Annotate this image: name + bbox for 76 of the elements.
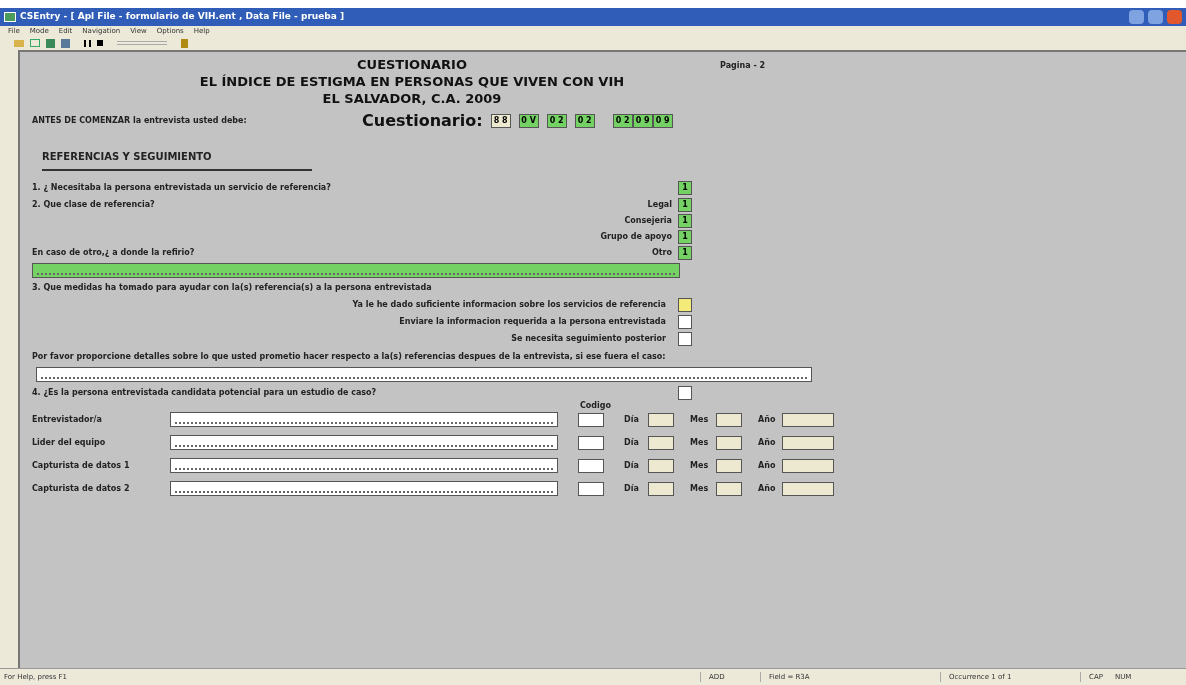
staff-label: Lider del equipo (32, 436, 107, 449)
text-field[interactable] (36, 367, 812, 382)
staff-label: Capturista de datos 1 (32, 459, 131, 472)
question-text: 4. ¿Es la persona entrevistada candidata potencial para un estudio de caso? (32, 387, 377, 399)
entry-box[interactable] (678, 386, 692, 400)
entry-box[interactable] (648, 412, 674, 427)
entry-box[interactable] (782, 481, 834, 496)
question-text: 3. Que medidas ha tomado para ayudar con la(s) referencia(s) a la persona entrevistada (32, 282, 433, 294)
entry-box[interactable]: 1 (678, 181, 692, 195)
question-text: En caso de otro,¿ a donde la refirio? (32, 247, 195, 259)
question-text: 1. ¿ Necesitaba la persona entrevistada un servicio de referencia? (32, 182, 331, 194)
entry-box[interactable]: 1 (678, 198, 692, 212)
entry-box[interactable] (648, 481, 674, 496)
entry-box[interactable] (648, 435, 674, 450)
entry-value: 1 (682, 217, 688, 225)
option-label: Legal (647, 199, 672, 211)
month-label: Mes (690, 459, 710, 472)
year-label: Año (758, 482, 777, 495)
app-icon (4, 12, 16, 22)
entry-value: 1 (682, 233, 688, 241)
staff-label: Entrevistador/a (32, 413, 103, 426)
day-label: Día (624, 459, 640, 472)
year-label: Año (758, 436, 777, 449)
questionnaire-label: Cuestionario: (362, 110, 483, 132)
option-label: Ya le he dado suficiente informacion sobre los servicios de referencia (352, 298, 666, 311)
month-label: Mes (690, 482, 710, 495)
text-field[interactable] (170, 458, 558, 473)
month-label: Mes (690, 413, 710, 426)
entry-value: 1 (682, 184, 688, 192)
entry-box[interactable]: 1 (678, 214, 692, 228)
window-title: CSEntry - [ Apl File - formulario de VIH.ent , Data File - prueba ] (20, 10, 345, 24)
column-label: Codigo (580, 400, 613, 412)
entry-box[interactable] (578, 412, 604, 427)
entry-box[interactable] (648, 458, 674, 473)
form-heading: EL SALVADOR, C.A. 2009 (322, 90, 502, 107)
entry-box[interactable] (716, 458, 742, 473)
text-field[interactable] (170, 481, 558, 496)
day-label: Día (624, 413, 640, 426)
text-field[interactable] (170, 412, 558, 427)
form-heading: CUESTIONARIO (357, 56, 467, 73)
entry-box[interactable]: 1 (678, 230, 692, 244)
entry-value: 1 (682, 201, 688, 209)
option-label: Enviare la informacion requerida a la persona entrevistada (399, 315, 666, 328)
year-label: Año (758, 459, 777, 472)
entry-value: 1 (682, 249, 688, 257)
question-text: 2. Que clase de referencia? (32, 199, 155, 211)
entry-box[interactable] (578, 435, 604, 450)
form-heading: EL ÍNDICE DE ESTIGMA EN PERSONAS QUE VIVEN CON VIH (199, 73, 625, 90)
pause-icon[interactable] (84, 39, 91, 47)
entry-box[interactable] (716, 435, 742, 450)
option-label: Consejeria (624, 215, 672, 227)
entry-box[interactable] (678, 331, 692, 346)
option-label: Otro (651, 247, 672, 259)
entry-box[interactable] (782, 412, 834, 427)
option-label: Se necesita seguimiento posterior (511, 332, 666, 345)
entry-box[interactable] (716, 481, 742, 496)
month-label: Mes (690, 436, 710, 449)
entry-box[interactable] (578, 458, 604, 473)
intro-text: ANTES DE COMENZAR la entrevista usted debe: (32, 115, 248, 127)
option-label: Grupo de apoyo (600, 231, 672, 243)
entry-box[interactable] (678, 297, 692, 312)
staff-label: Capturista de datos 2 (32, 482, 131, 495)
entry-box[interactable]: 1 (678, 246, 692, 260)
entry-box[interactable] (678, 314, 692, 329)
entry-box[interactable] (716, 412, 742, 427)
day-label: Día (624, 482, 640, 495)
section-title: REFERENCIAS Y SEGUIMIENTO (42, 151, 212, 162)
page-number: Pagina - 2 (720, 60, 766, 72)
entry-box[interactable] (782, 458, 834, 473)
entry-box[interactable] (578, 481, 604, 496)
question-text: Por favor proporcione detalles sobre lo que usted prometio hacer respecto a la(s) referencias despues de la entrevista, si ese fuera el caso: (32, 351, 667, 363)
entry-box[interactable] (782, 435, 834, 450)
text-field[interactable] (170, 435, 558, 450)
text-field[interactable] (32, 263, 680, 278)
year-label: Año (758, 413, 777, 426)
day-label: Día (624, 436, 640, 449)
